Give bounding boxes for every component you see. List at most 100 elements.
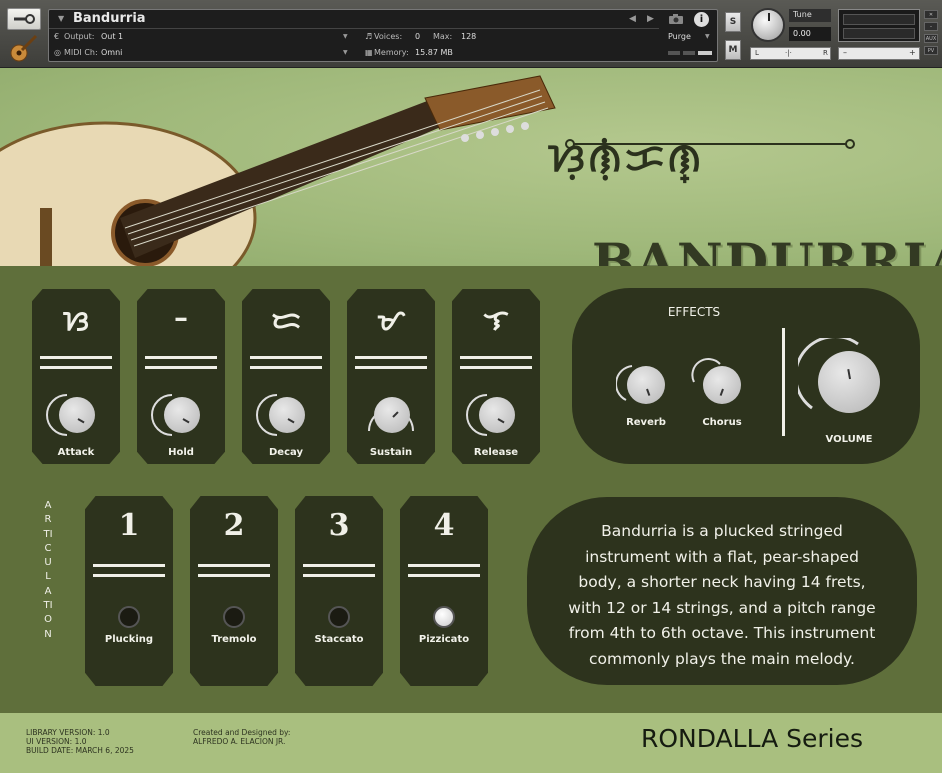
- articulation-number: 2: [223, 508, 245, 543]
- build-date: BUILD DATE: MARCH 6, 2025: [26, 746, 134, 755]
- voices-label: Voices:: [374, 32, 403, 41]
- volume-label: VOLUME: [825, 434, 873, 445]
- close-icon[interactable]: ✕: [924, 10, 938, 19]
- plucking-label: Plucking: [104, 634, 154, 645]
- next-instrument-icon[interactable]: ▶: [647, 14, 654, 24]
- pan-center-label: ·|·: [785, 49, 792, 57]
- aux-button[interactable]: AUX: [924, 34, 938, 43]
- staccato-label: Staccato: [314, 634, 364, 645]
- articulation-side-label: ARTICULATION: [42, 499, 56, 642]
- release-card: ᜎ Release: [452, 289, 540, 464]
- reverb-knob[interactable]: [627, 366, 665, 404]
- articulation-number: 3: [328, 508, 350, 543]
- articulation-card-3: 3 Staccato: [295, 496, 383, 686]
- wrench-icon: [14, 14, 35, 24]
- release-knob[interactable]: [479, 397, 515, 433]
- pan-slider[interactable]: L ·|· R: [750, 47, 831, 60]
- level-meter: [838, 9, 920, 42]
- pv-button[interactable]: PV: [924, 46, 938, 55]
- camera-icon[interactable]: [668, 13, 684, 25]
- output-icon: €: [54, 32, 60, 41]
- bandurria-image: [0, 75, 556, 268]
- volume-minus-label: –: [843, 48, 847, 57]
- memory-label: Memory:: [374, 48, 409, 57]
- baybayin-title: ᜐᜓᜈᜓᜒᜃᜈ᜔: [548, 134, 705, 181]
- articulation-card-1: 1 Plucking: [85, 496, 173, 686]
- release-glyph: ᜎ: [483, 304, 509, 337]
- effects-panel: EFFECTS Reverb Chorus VOLUME: [572, 288, 920, 464]
- divider: [460, 356, 532, 370]
- artwork-banner: ᜐᜓᜈᜓᜒᜃᜈ᜔ BANDURRIA: [0, 68, 942, 291]
- articulation-card-2: 2 Tremolo: [190, 496, 278, 686]
- meter-right: [843, 28, 915, 39]
- decay-knob[interactable]: [269, 397, 305, 433]
- attack-label: Attack: [57, 447, 95, 458]
- output-label: Output:: [64, 32, 95, 41]
- pizzicato-led[interactable]: [433, 606, 455, 628]
- effects-divider: [782, 328, 785, 436]
- max-label: Max:: [433, 32, 453, 41]
- instrument-panel: ▼ Bandurria ◀ ▶ i € Output: Out 1 ▼ ◎ MI…: [48, 9, 718, 62]
- voices-value: 0: [415, 32, 421, 41]
- mute-button[interactable]: M: [725, 40, 741, 60]
- collapse-arrow-icon[interactable]: ▼: [58, 14, 64, 23]
- divider: [250, 356, 322, 370]
- chorus-label: Chorus: [702, 417, 742, 428]
- sustain-card: ᜋ Sustain: [347, 289, 435, 464]
- attack-card: ᜐ Attack: [32, 289, 120, 464]
- hold-glyph: –: [174, 301, 188, 334]
- purge-button[interactable]: Purge: [668, 32, 691, 41]
- minimize-icon[interactable]: –: [924, 22, 938, 31]
- credit-line-2: ALFREDO A. ELACION JR.: [193, 737, 286, 746]
- description-panel: Bandurria is a plucked stringed instrume…: [527, 497, 917, 685]
- articulation-letters: ARTICULATION: [43, 500, 53, 640]
- pan-left-label: L: [755, 49, 759, 57]
- instrument-header: ▼ Bandurria ◀ ▶ i € Output: Out 1 ▼ ◎ MI…: [0, 0, 942, 68]
- decay-label: Decay: [269, 447, 303, 458]
- description-text: Bandurria is a plucked stringed instrume…: [568, 522, 876, 668]
- volume-plus-label: +: [909, 48, 916, 57]
- tremolo-label: Tremolo: [211, 634, 257, 645]
- decay-glyph: ᜇ: [271, 304, 301, 337]
- solo-button[interactable]: S: [725, 12, 741, 32]
- tune-value[interactable]: 0.00: [789, 27, 831, 41]
- divider: [303, 564, 375, 578]
- articulation-number: 4: [433, 508, 455, 543]
- plucking-led[interactable]: [118, 606, 140, 628]
- output-value[interactable]: Out 1: [101, 32, 123, 41]
- chorus-knob[interactable]: [703, 366, 741, 404]
- prev-instrument-icon[interactable]: ◀: [629, 14, 636, 24]
- instrument-name[interactable]: Bandurria: [73, 11, 146, 26]
- midi-value[interactable]: Omni: [101, 48, 122, 57]
- sustain-knob[interactable]: [374, 397, 410, 433]
- output-dropdown-icon[interactable]: ▼: [343, 33, 348, 40]
- volume-slider[interactable]: – +: [838, 47, 920, 60]
- memory-value: 15.87 MB: [415, 48, 453, 57]
- tremolo-led[interactable]: [223, 606, 245, 628]
- voices-icon: ♬: [365, 32, 373, 41]
- divider: [198, 564, 270, 578]
- hold-knob[interactable]: [164, 397, 200, 433]
- sustain-label: Sustain: [369, 447, 413, 458]
- attack-knob[interactable]: [59, 397, 95, 433]
- wrench-button[interactable]: [7, 8, 41, 30]
- divider: [145, 356, 217, 370]
- mandolin-icon: [8, 33, 40, 63]
- purge-dropdown-icon[interactable]: ▼: [705, 33, 710, 40]
- tune-knob[interactable]: [751, 8, 785, 42]
- hold-label: Hold: [168, 447, 194, 458]
- staccato-led[interactable]: [328, 606, 350, 628]
- volume-knob[interactable]: [818, 351, 880, 413]
- max-voices-value[interactable]: 128: [461, 32, 476, 41]
- articulation-card-4: 4 Pizzicato: [400, 496, 488, 686]
- pan-right-label: R: [823, 49, 828, 57]
- divider: [408, 564, 480, 578]
- midi-label: MIDI Ch:: [64, 48, 98, 57]
- effects-title: EFFECTS: [667, 305, 721, 319]
- pizzicato-label: Pizzicato: [418, 634, 470, 645]
- title-ornament: [565, 139, 855, 149]
- midi-dropdown-icon[interactable]: ▼: [343, 49, 348, 56]
- midi-icon: ◎: [54, 48, 61, 57]
- divider: [93, 564, 165, 578]
- info-icon[interactable]: i: [694, 12, 709, 27]
